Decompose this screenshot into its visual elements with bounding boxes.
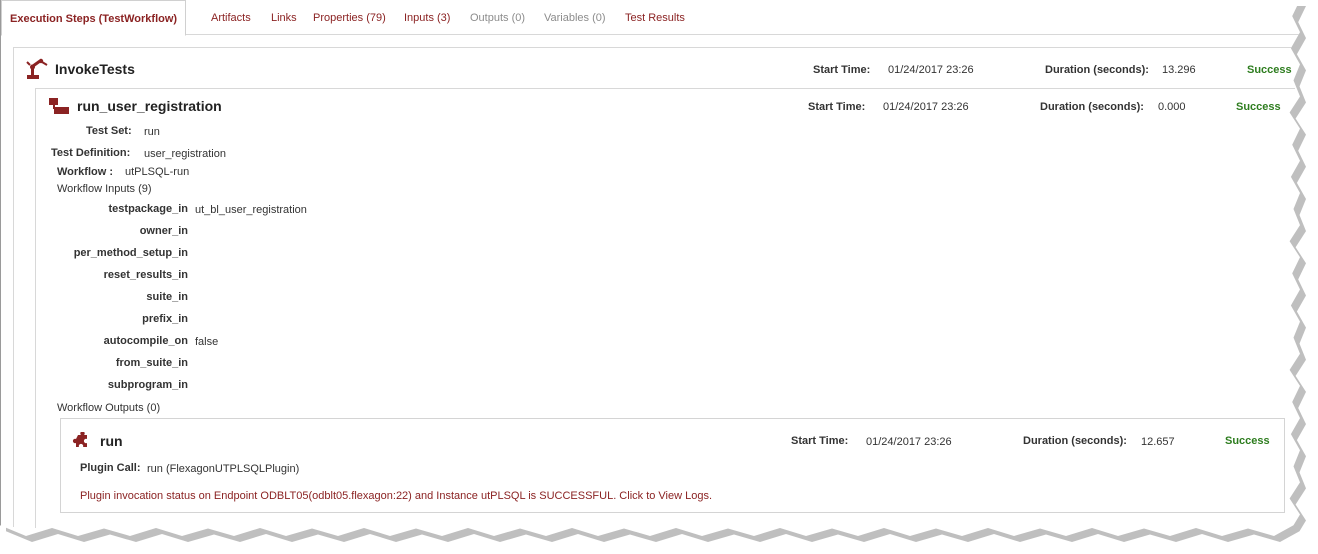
input-value: ut_bl_user_registration — [195, 204, 307, 216]
tab-properties[interactable]: Properties (79) — [313, 12, 386, 24]
step-duration-value: 13.296 — [1162, 64, 1196, 76]
test-duration-value: 0.000 — [1158, 101, 1186, 113]
workflow-value: utPLSQL-run — [125, 166, 190, 178]
test-definition-value: user_registration — [144, 148, 226, 160]
plugin-call-label: Plugin Call: — [80, 462, 141, 474]
tab-outputs: Outputs (0) — [470, 12, 526, 24]
tab-execution-steps[interactable]: Execution Steps (TestWorkflow) — [1, 0, 187, 36]
tab-links[interactable]: Links — [271, 12, 297, 24]
input-name: per_method_setup_in — [73, 247, 188, 259]
input-name: subprogram_in — [107, 379, 188, 391]
workflow-outputs-heading: Workflow Outputs (0) — [57, 402, 161, 414]
tab-test-results[interactable]: Test Results — [625, 12, 685, 24]
tab-bar: Execution Steps (TestWorkflow) Artifacts… — [1, 0, 1300, 36]
test-set-value: run — [144, 126, 160, 138]
step-duration-label: Duration (seconds): — [1045, 64, 1149, 76]
input-name: suite_in — [146, 291, 188, 303]
robot-arm-icon — [26, 58, 48, 79]
input-name: reset_results_in — [103, 269, 188, 281]
workflow-inputs-heading: Workflow Inputs (9) — [57, 183, 152, 195]
step-start-time-label: Start Time: — [813, 64, 871, 76]
test-start-time-label: Start Time: — [808, 101, 866, 113]
test-definition-icon — [49, 98, 69, 114]
plugin-title: run — [100, 433, 123, 449]
step-status-badge: Success — [1247, 64, 1292, 76]
test-title: run_user_registration — [77, 98, 222, 114]
input-name: prefix_in — [142, 313, 188, 325]
step-start-time-value: 01/24/2017 23:26 — [888, 64, 974, 76]
test-definition-label: Test Definition: — [51, 147, 131, 159]
plugin-start-time-label: Start Time: — [791, 435, 849, 447]
input-name: owner_in — [139, 225, 188, 237]
test-set-label: Test Set: — [86, 125, 132, 137]
view-logs-link[interactable]: Plugin invocation status on Endpoint ODB… — [80, 490, 712, 502]
tab-artifacts[interactable]: Artifacts — [211, 12, 251, 24]
input-name: from_suite_in — [115, 357, 188, 369]
test-status-badge: Success — [1236, 101, 1281, 113]
workflow-label: Workflow : — [57, 166, 114, 178]
step-title: InvokeTests — [55, 61, 135, 77]
input-name: autocompile_on — [103, 335, 188, 347]
input-name: testpackage_in — [108, 203, 188, 215]
execution-steps-page: Execution Steps (TestWorkflow) Artifacts… — [0, 0, 1300, 536]
test-start-time-value: 01/24/2017 23:26 — [883, 101, 969, 113]
tab-variables: Variables (0) — [544, 12, 606, 24]
plugin-duration-value: 12.657 — [1141, 436, 1175, 448]
input-value: false — [195, 336, 219, 348]
plugin-start-time-value: 01/24/2017 23:26 — [866, 436, 952, 448]
test-duration-label: Duration (seconds): — [1040, 101, 1144, 113]
puzzle-piece-icon — [72, 432, 87, 447]
tab-inputs[interactable]: Inputs (3) — [404, 12, 450, 24]
plugin-status-badge: Success — [1225, 435, 1270, 447]
plugin-duration-label: Duration (seconds): — [1023, 435, 1127, 447]
plugin-call-value: run (FlexagonUTPLSQLPlugin) — [147, 463, 300, 475]
